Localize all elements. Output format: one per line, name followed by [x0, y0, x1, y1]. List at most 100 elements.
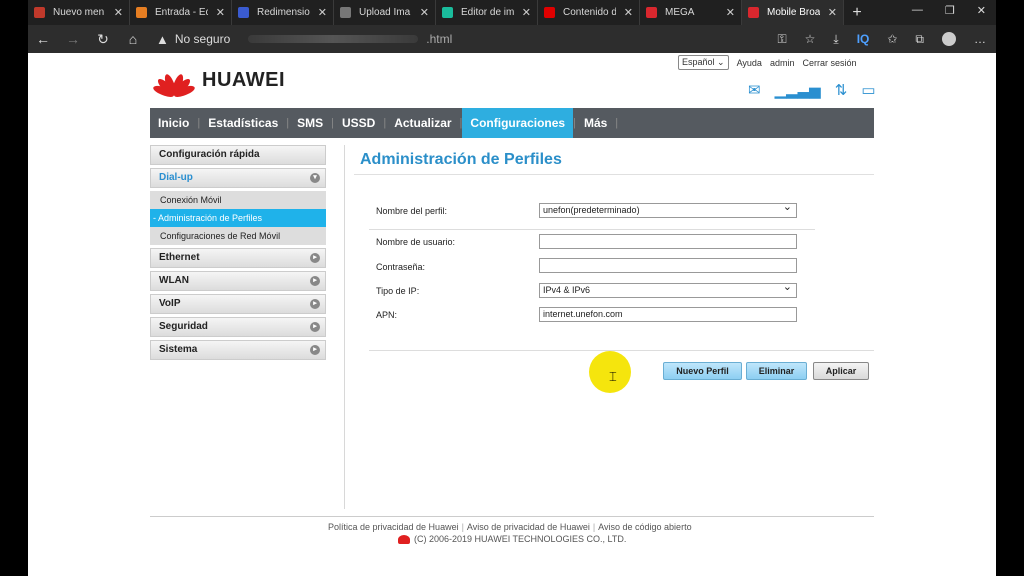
- warning-icon: ▲: [156, 31, 169, 47]
- tab-5[interactable]: Contenido d ✕: [538, 0, 640, 25]
- sidebar-item-ethernet[interactable]: Ethernet ▸: [150, 248, 326, 268]
- minimize-icon[interactable]: —: [912, 4, 923, 17]
- tab-close-icon[interactable]: ✕: [828, 6, 837, 19]
- back-icon[interactable]: ←: [28, 31, 58, 47]
- nav-ussd[interactable]: USSD: [334, 108, 383, 138]
- tab-6[interactable]: MEGA ✕: [640, 0, 742, 25]
- tab-title: Contenido d: [563, 7, 616, 18]
- sidebar-sub-profile-management[interactable]: - Administración de Perfiles: [150, 209, 326, 227]
- apply-button[interactable]: Aplicar: [813, 362, 869, 380]
- apn-field[interactable]: internet.unefon.com: [539, 307, 797, 322]
- tab-3[interactable]: Upload Ima ✕: [334, 0, 436, 25]
- tab-1[interactable]: Entrada - Ed ✕: [130, 0, 232, 25]
- screen: Nuevo men ✕ Entrada - Ed ✕ Redimensio ✕ Upl…: [0, 0, 1024, 576]
- sidebar-item-voip[interactable]: VoIP ▸: [150, 294, 326, 314]
- tab-0[interactable]: Nuevo men ✕: [28, 0, 130, 25]
- copyright: (C) 2006-2019 HUAWEI TECHNOLOGIES CO., L…: [398, 534, 626, 544]
- tab-favicon-icon: [136, 7, 147, 18]
- tab-close-icon[interactable]: ✕: [318, 6, 327, 19]
- key-icon[interactable]: ⚿: [777, 32, 786, 47]
- brand-name: HUAWEI: [202, 68, 285, 91]
- expand-icon: ▸: [310, 345, 320, 355]
- browser-toolbar: ⚿ ☆ ⤓ IQ ✩ ⧉ …: [777, 32, 986, 47]
- help-link[interactable]: Ayuda: [737, 58, 762, 68]
- tab-7[interactable]: Mobile Broa ✕: [742, 0, 844, 25]
- tab-favicon-icon: [646, 7, 657, 18]
- nav-mas[interactable]: Más: [576, 108, 615, 138]
- tab-close-icon[interactable]: ✕: [522, 6, 531, 19]
- home-icon[interactable]: ⌂: [118, 31, 148, 47]
- iq-extension-icon[interactable]: IQ: [857, 32, 870, 47]
- sidebar-item-label: WLAN: [159, 275, 189, 286]
- close-window-icon[interactable]: ✕: [977, 4, 986, 17]
- collections-icon[interactable]: ⧉: [915, 32, 924, 47]
- apn-label: APN:: [376, 310, 398, 320]
- sidebar-item-wlan[interactable]: WLAN ▸: [150, 271, 326, 291]
- username-field[interactable]: [539, 234, 797, 249]
- sidebar-sub-mobile-connection[interactable]: Conexión Móvil: [150, 191, 326, 209]
- download-icon[interactable]: ⤓: [833, 32, 838, 47]
- sidebar-item-quick-setup[interactable]: Configuración rápida: [150, 145, 326, 165]
- new-profile-button[interactable]: Nuevo Perfil: [663, 362, 742, 380]
- nav-actualizar[interactable]: Actualizar: [386, 108, 459, 138]
- maximize-icon[interactable]: ❐: [945, 4, 955, 17]
- nav-sms[interactable]: SMS: [289, 108, 331, 138]
- huawei-petals-icon: [151, 63, 197, 99]
- sidebar-sub-mobile-network[interactable]: Configuraciones de Red Móvil: [150, 227, 326, 245]
- tab-close-icon[interactable]: ✕: [216, 6, 225, 19]
- profile-name-select[interactable]: unefon(predeterminado): [539, 201, 797, 218]
- ip-type-select[interactable]: IPv4 & IPv6: [539, 281, 797, 298]
- sidebar-item-dialup[interactable]: Dial-up ▾: [150, 168, 326, 188]
- mouse-cursor-icon: ⌶: [609, 369, 617, 384]
- settings-sidebar: Configuración rápida Dial-up ▾ Conexión M…: [150, 145, 326, 363]
- expand-icon: ▸: [310, 276, 320, 286]
- user-name: admin: [769, 57, 795, 68]
- tab-close-icon[interactable]: ✕: [726, 6, 735, 19]
- tab-4[interactable]: Editor de im ✕: [436, 0, 538, 25]
- profile-icon[interactable]: [942, 32, 956, 46]
- top-links: Español ⌄ Ayuda admin Cerrar sesión: [678, 55, 856, 70]
- logout-link[interactable]: Cerrar sesión: [802, 58, 856, 68]
- huawei-mini-logo-icon: [398, 534, 410, 544]
- tab-title: Redimensio: [257, 7, 310, 18]
- open-source-link[interactable]: Aviso de código abierto: [598, 522, 691, 532]
- more-icon[interactable]: …: [974, 32, 986, 47]
- nav-configuraciones[interactable]: Configuraciones: [462, 108, 574, 138]
- url-suffix: .html: [426, 32, 453, 46]
- password-field[interactable]: [539, 258, 797, 273]
- router-page: Español ⌄ Ayuda admin Cerrar sesión HUAW…: [28, 53, 996, 576]
- main-nav: Inicio | Estadísticas | SMS | USSD | Actuali…: [150, 108, 874, 138]
- tab-close-icon[interactable]: ✕: [114, 6, 123, 19]
- tab-close-icon[interactable]: ✕: [624, 6, 633, 19]
- delete-button[interactable]: Eliminar: [746, 362, 807, 380]
- nav-inicio[interactable]: Inicio: [150, 108, 197, 138]
- new-tab-icon[interactable]: +: [844, 4, 870, 22]
- tab-title: Mobile Broa: [767, 7, 820, 18]
- tab-favicon-icon: [544, 7, 555, 18]
- sidebar-item-security[interactable]: Seguridad ▸: [150, 317, 326, 337]
- language-select[interactable]: Español ⌄: [678, 55, 729, 70]
- url-field[interactable]: ▲ No seguro .html: [156, 32, 452, 47]
- favorite-add-icon[interactable]: ☆: [805, 32, 816, 47]
- sidebar-item-label: Sistema: [159, 344, 198, 355]
- address-bar: ← → ↻ ⌂ ▲ No seguro .html ⚿ ☆ ⤓ IQ ✩ ⧉ …: [28, 25, 996, 53]
- tab-title: Entrada - Ed: [155, 7, 208, 18]
- password-label: Contraseña:: [376, 262, 426, 272]
- tab-title: Nuevo men: [53, 7, 105, 18]
- expand-icon: ▸: [310, 253, 320, 263]
- profile-name-label: Nombre del perfil:: [376, 206, 448, 216]
- collapse-icon: ▾: [310, 173, 320, 183]
- privacy-policy-link[interactable]: Política de privacidad de Huawei: [328, 522, 459, 532]
- tab-2[interactable]: Redimensio ✕: [232, 0, 334, 25]
- privacy-notice-link[interactable]: Aviso de privacidad de Huawei: [467, 522, 590, 532]
- sidebar-item-system[interactable]: Sistema ▸: [150, 340, 326, 360]
- favorites-icon[interactable]: ✩: [887, 32, 897, 47]
- forward-icon[interactable]: →: [58, 31, 88, 47]
- mail-icon[interactable]: ✉: [748, 81, 761, 99]
- tab-close-icon[interactable]: ✕: [420, 6, 429, 19]
- footer-links: Política de privacidad de Huawei | Aviso d…: [328, 522, 692, 532]
- security-label: No seguro: [174, 32, 231, 46]
- nav-estadisticas[interactable]: Estadísticas: [200, 108, 286, 138]
- reload-icon[interactable]: ↻: [88, 31, 118, 48]
- browser-tab-bar: Nuevo men ✕ Entrada - Ed ✕ Redimensio ✕ Upl…: [28, 0, 996, 25]
